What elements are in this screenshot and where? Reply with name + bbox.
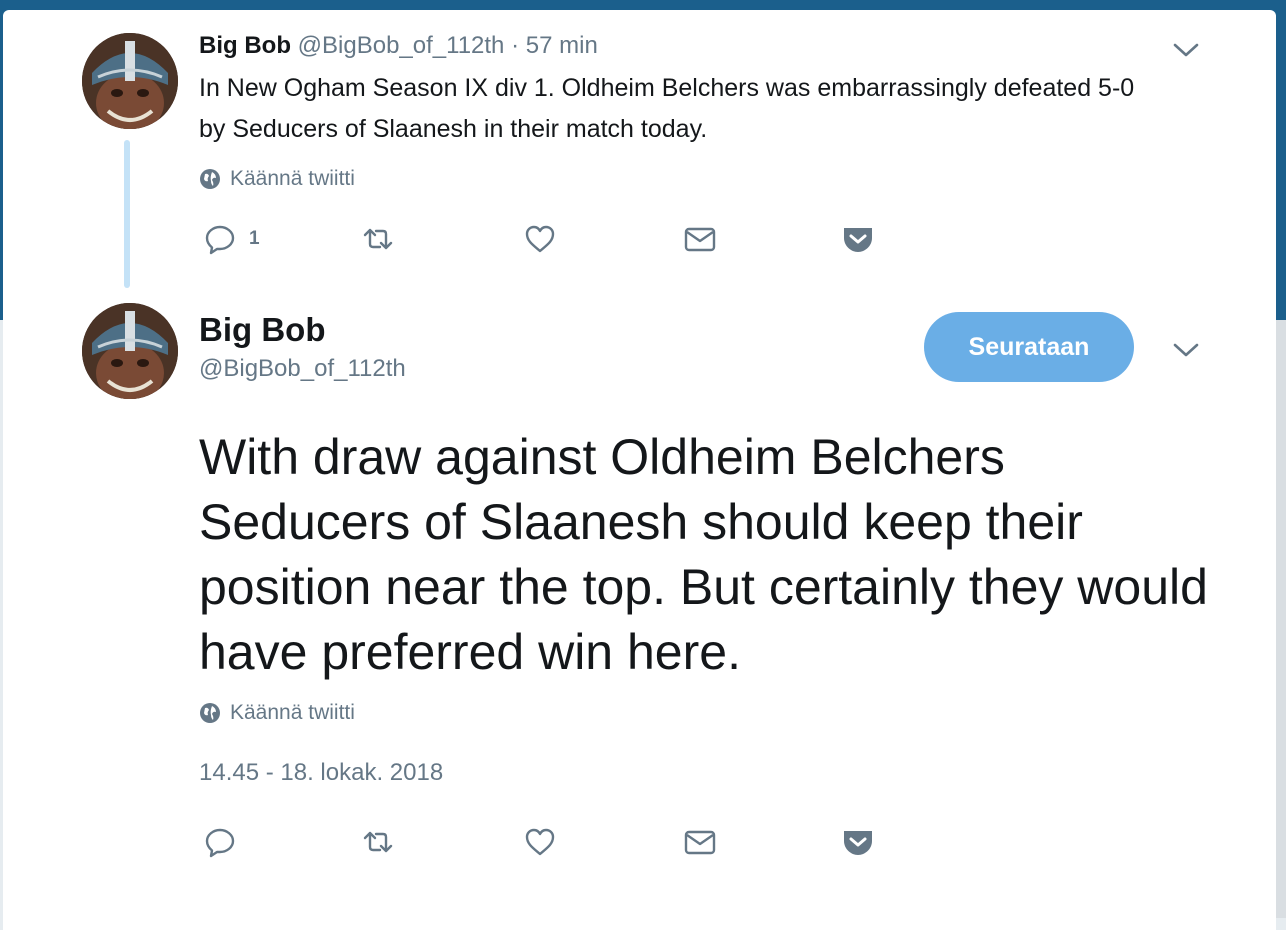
reply-icon xyxy=(205,828,235,858)
retweet-icon xyxy=(363,831,393,853)
author-handle[interactable]: @BigBob_of_112th xyxy=(298,32,505,59)
thread-line xyxy=(124,140,130,288)
tweet-text: In New Ogham Season IX div 1. Oldheim Be… xyxy=(199,74,1135,143)
separator: · xyxy=(511,32,520,59)
following-button[interactable]: Seurataan xyxy=(924,312,1134,382)
backdrop-side xyxy=(1276,320,1286,918)
message-button[interactable] xyxy=(683,825,717,859)
tweet-text: With draw against Oldheim Belchers Seduc… xyxy=(199,429,1208,680)
tweet-actions xyxy=(199,825,899,865)
tweet-actions: 1 xyxy=(199,222,899,262)
like-button[interactable] xyxy=(523,825,557,859)
avatar[interactable] xyxy=(82,303,178,399)
translate-label: Käännä twiitti xyxy=(230,167,355,190)
like-icon xyxy=(525,225,555,253)
pocket-icon xyxy=(844,228,872,252)
tweet-timestamp[interactable]: 14.45 - 18. lokak. 2018 xyxy=(199,759,443,787)
pocket-button[interactable] xyxy=(841,222,875,256)
globe-icon xyxy=(200,169,220,189)
chevron-down-icon[interactable] xyxy=(1172,340,1200,360)
translate-link[interactable]: Käännä twiitti xyxy=(199,167,355,191)
pocket-icon xyxy=(844,831,872,855)
message-icon xyxy=(684,830,716,855)
globe-icon xyxy=(200,703,220,723)
chevron-down-icon[interactable] xyxy=(1172,40,1200,60)
reply-button[interactable]: 1 xyxy=(203,222,260,256)
tweet-header: Big Bob @BigBob_of_112th · 57 min xyxy=(199,32,598,60)
author-name[interactable]: Big Bob xyxy=(199,32,291,59)
message-icon xyxy=(684,227,716,252)
translate-label: Käännä twiitti xyxy=(230,701,355,724)
author-handle[interactable]: @BigBob_of_112th xyxy=(199,355,406,383)
pocket-button[interactable] xyxy=(841,825,875,859)
avatar[interactable] xyxy=(82,33,178,129)
reply-count: 1 xyxy=(249,228,260,249)
like-button[interactable] xyxy=(523,222,557,256)
reply-icon xyxy=(205,225,235,255)
retweet-button[interactable] xyxy=(361,222,395,256)
message-button[interactable] xyxy=(683,222,717,256)
translate-link[interactable]: Käännä twiitti xyxy=(199,701,355,725)
reply-button[interactable] xyxy=(203,825,237,859)
retweet-button[interactable] xyxy=(361,825,395,859)
tweet-time[interactable]: 57 min xyxy=(526,32,598,59)
like-icon xyxy=(525,828,555,856)
author-name[interactable]: Big Bob xyxy=(199,311,325,349)
retweet-icon xyxy=(363,228,393,250)
